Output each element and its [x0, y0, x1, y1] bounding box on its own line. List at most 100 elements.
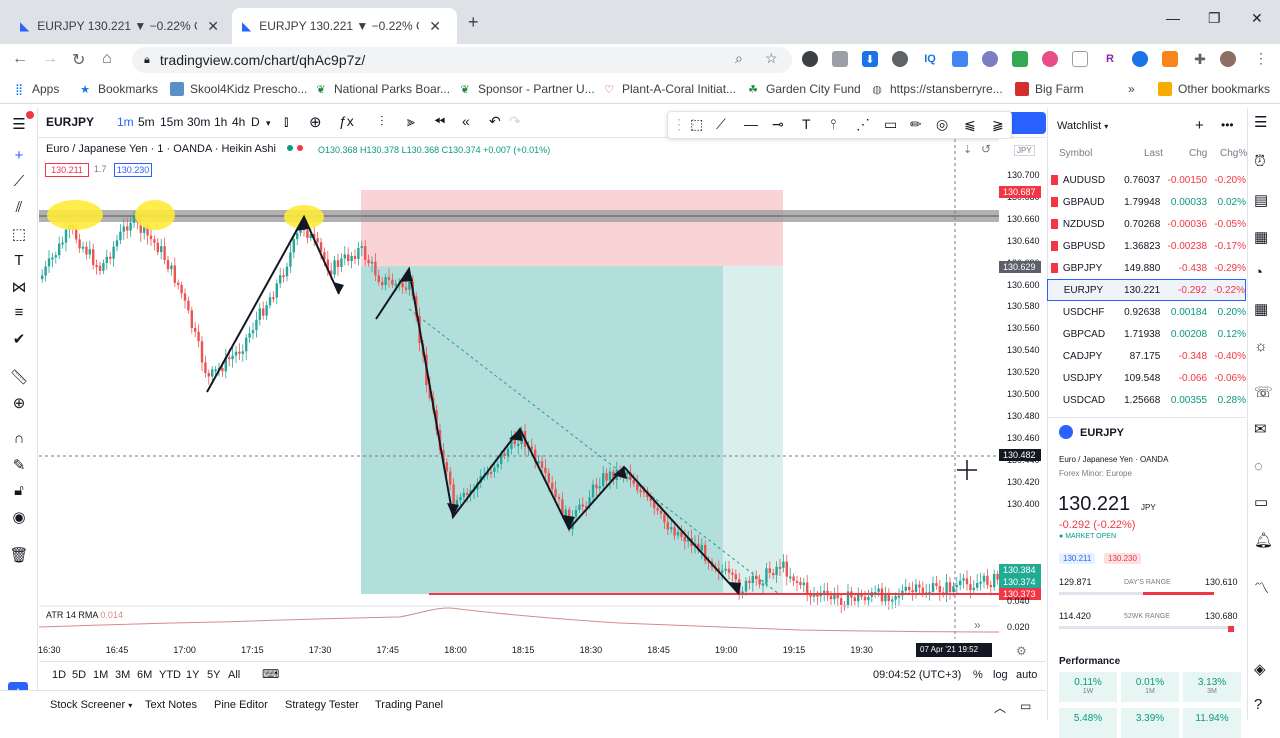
chat-icon[interactable]: ☏	[1254, 383, 1273, 401]
back-icon[interactable]: ←	[12, 50, 28, 68]
long-position-icon[interactable]: ⫹	[964, 116, 976, 133]
ruler-icon[interactable]: 📏︎	[9, 368, 29, 386]
redo-icon[interactable]: ↷	[509, 113, 521, 130]
range-button[interactable]: 6M	[137, 669, 152, 681]
profile-avatar[interactable]	[1220, 51, 1236, 67]
watchlist-icon[interactable]: ☰	[1254, 113, 1267, 131]
new-tab-button[interactable]: +	[468, 12, 479, 33]
other-bookmarks[interactable]: Other bookmarks	[1158, 82, 1270, 96]
bookmark-skool4kidz[interactable]: Skool4Kidz Prescho...	[170, 82, 307, 96]
maximize-icon[interactable]: ❐	[1208, 10, 1221, 27]
publish-button[interactable]	[1008, 112, 1046, 134]
zoom-search-icon[interactable]: ⌕	[735, 50, 743, 67]
reset-chart-icon[interactable]: ↺	[981, 142, 991, 156]
bookmark-stansberry[interactable]: ◍ https://stansberryre...	[870, 82, 1003, 96]
interval-15m[interactable]: 15m	[160, 115, 183, 129]
url-field[interactable]: 🔒︎ tradingview.com/chart/qhAc9p7z/	[132, 47, 792, 73]
metamask-icon[interactable]	[1162, 51, 1178, 67]
trendline-icon[interactable]: ⟋	[9, 173, 29, 190]
maximize-panel-icon[interactable]: ▭	[1020, 699, 1031, 713]
column-header-last[interactable]: Last	[1144, 148, 1163, 159]
collapse-panel-icon[interactable]: ︿	[994, 699, 1006, 716]
extension-icon[interactable]	[802, 51, 818, 67]
interval-5m[interactable]: 5m	[138, 115, 155, 129]
range-button[interactable]: 3M	[115, 669, 130, 681]
calendar-events-icon[interactable]: ▭	[1254, 493, 1268, 511]
extension-icon[interactable]	[1132, 51, 1148, 67]
vertical-line-icon[interactable]: ⫯	[830, 116, 836, 133]
extension-icon[interactable]	[892, 51, 908, 67]
zoom-in-icon[interactable]: ⊕	[9, 394, 29, 412]
puzzle-extensions-icon[interactable]: ✚	[1192, 51, 1208, 67]
column-header-chg[interactable]: Chg	[1189, 148, 1207, 159]
log-scale-toggle[interactable]: log	[993, 669, 1008, 681]
watchlist-row[interactable]: USDJPY 109.548 -0.066 -0.06%	[1047, 367, 1246, 389]
calendar-icon[interactable]: ◔	[1254, 264, 1263, 281]
crosshair-icon[interactable]: +	[9, 147, 29, 164]
hotlist-icon[interactable]: ▦	[1254, 228, 1268, 246]
alerts-clock-icon[interactable]: ⏰︎	[1254, 153, 1266, 170]
download-extension-icon[interactable]: ⬇	[862, 51, 878, 67]
price-chart[interactable]	[39, 139, 999, 639]
undo-icon[interactable]: ↶	[489, 113, 501, 130]
tab-pine-editor[interactable]: Pine Editor	[214, 699, 268, 711]
reload-icon[interactable]: ↻	[72, 50, 85, 70]
bookmark-star-icon[interactable]: ☆	[765, 50, 778, 67]
extension-icon[interactable]	[1012, 51, 1028, 67]
scroll-down-icon[interactable]: ⇣	[963, 143, 972, 156]
watchlist-row[interactable]: USDCHF 0.92638 0.00184 0.20%	[1047, 301, 1246, 323]
watchlist-row[interactable]: AUDUSD 0.76037 -0.00150 -0.20%	[1047, 169, 1246, 191]
watchlist-row[interactable]: GBPAUD 1.79948 0.00033 0.02%	[1047, 191, 1246, 213]
tab-trading-panel[interactable]: Trading Panel	[375, 699, 443, 711]
streams-icon[interactable]: ◌	[1254, 458, 1263, 475]
watchlist-row[interactable]: GBPJPY 149.880 -0.438 -0.29%	[1047, 257, 1246, 279]
text-icon[interactable]: T	[802, 116, 811, 132]
close-tab-icon[interactable]: ✕	[429, 18, 441, 35]
indicators-icon[interactable]: ƒx	[339, 113, 354, 129]
trash-icon[interactable]: 🗑︎	[9, 546, 29, 564]
data-window-icon[interactable]: ▤	[1254, 191, 1268, 209]
more-options-icon[interactable]: •••	[1221, 118, 1234, 132]
expand-right-icon[interactable]: »	[974, 618, 981, 632]
bookmark-plant-a-coral[interactable]: ♡ Plant-A-Coral Initiat...	[602, 82, 736, 96]
fib-tool-icon[interactable]: ⫽	[9, 199, 29, 216]
browser-tab-active[interactable]: ◣ EURJPY 130.221 ▼ −0.22% GBPAUD ✕	[232, 8, 457, 44]
clock-timezone[interactable]: 09:04:52 (UTC+3)	[873, 669, 961, 681]
eye-icon[interactable]: ◎	[936, 116, 948, 133]
notifications-bell-icon[interactable]: 🔔︎	[1254, 531, 1273, 549]
iq-extension-icon[interactable]: IQ	[922, 51, 938, 67]
menu-icon[interactable]: ☰	[9, 115, 29, 133]
add-symbol-icon[interactable]: +	[1195, 117, 1204, 134]
rewind-icon[interactable]: «	[462, 113, 470, 129]
browser-tab[interactable]: ◣ EURJPY 130.221 ▼ −0.22% GBPAUD ✕	[10, 8, 230, 44]
extension-icon[interactable]	[1042, 51, 1058, 67]
more-bookmarks-button[interactable]: »	[1128, 82, 1135, 96]
auto-scale-toggle[interactable]: auto	[1016, 669, 1037, 681]
ideas-lightbulb-icon[interactable]: ☼	[1254, 338, 1268, 355]
symbol-search-button[interactable]: EURJPY	[46, 115, 94, 129]
lock-icon[interactable]: 🔓︎	[9, 482, 29, 499]
column-header-symbol[interactable]: Symbol	[1059, 148, 1092, 159]
watchlist-row[interactable]: GBPCAD 1.71938 0.00208 0.12%	[1047, 323, 1246, 345]
text-tool-icon[interactable]: T	[9, 252, 29, 269]
bookmark-big-farm[interactable]: Big Farm	[1015, 82, 1084, 96]
range-button[interactable]: YTD	[159, 669, 181, 681]
home-icon[interactable]: ⌂	[102, 50, 112, 68]
short-position-icon[interactable]: ⫺	[992, 116, 1004, 133]
interval-1h[interactable]: 1h	[214, 115, 227, 129]
goto-date-icon[interactable]: ⌨	[262, 667, 279, 681]
magnet-icon[interactable]: ∩	[9, 430, 29, 447]
range-button[interactable]: 1M	[93, 669, 108, 681]
bookmark-garden-city[interactable]: ☘ Garden City Fund	[746, 82, 861, 96]
extension-icon[interactable]: R	[1102, 51, 1118, 67]
tab-stock-screener[interactable]: Stock Screener ▾	[50, 699, 132, 711]
checkmark-icon[interactable]: ✔	[9, 330, 29, 348]
interval-1m[interactable]: 1m	[117, 115, 134, 129]
alert-icon[interactable]: ⫸	[407, 113, 415, 130]
messages-icon[interactable]: ✉	[1254, 420, 1267, 438]
range-button[interactable]: 5D	[72, 669, 86, 681]
extension-icon[interactable]	[1072, 51, 1088, 67]
interval-4h[interactable]: 4h	[232, 115, 245, 129]
patterns-icon[interactable]: ⬚	[9, 225, 29, 243]
replay-icon[interactable]: ⏪︎	[434, 113, 445, 130]
